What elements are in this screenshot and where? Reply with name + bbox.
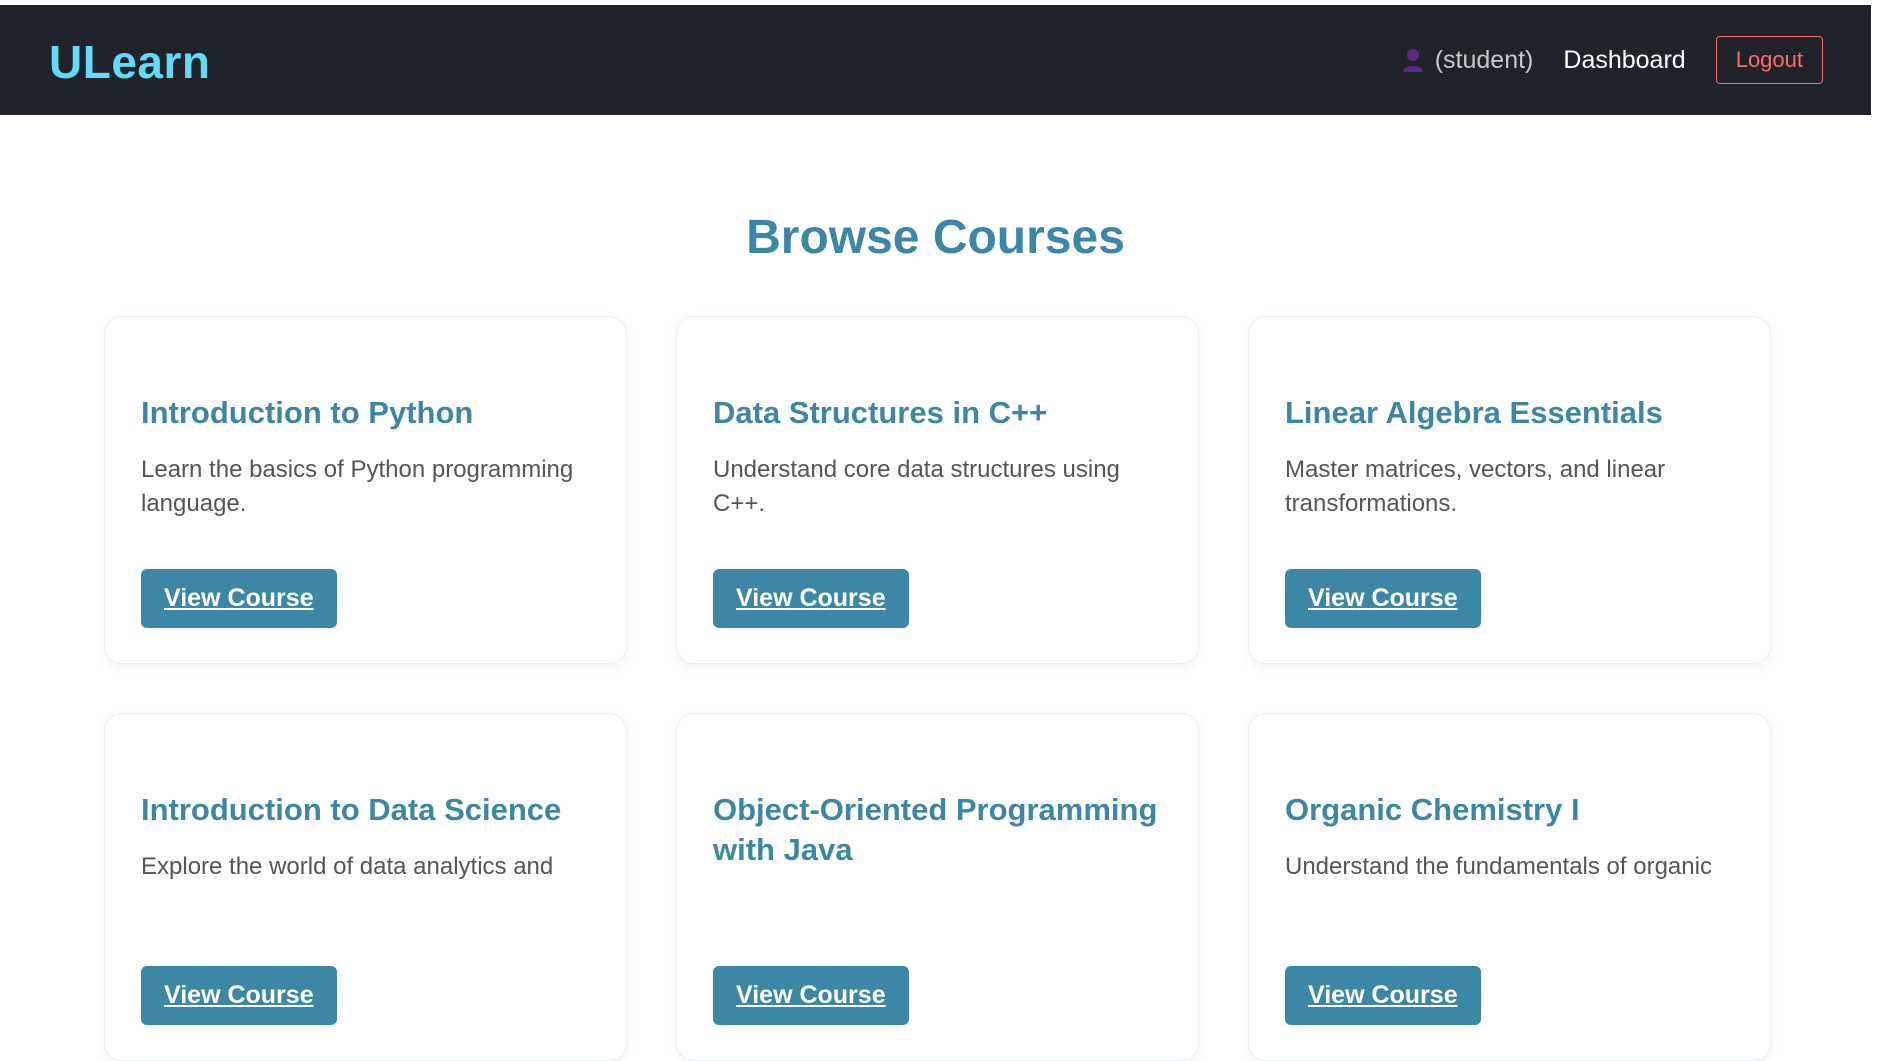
- course-description: Explore the world of data analytics and: [141, 853, 554, 880]
- view-course-button[interactable]: View Course: [713, 569, 909, 628]
- view-course-button[interactable]: View Course: [1285, 966, 1481, 1025]
- course-card: Object-Oriented Programming with Java Vi…: [676, 713, 1199, 1061]
- course-description: Understand core data structures using C+…: [713, 456, 1120, 517]
- course-card: Introduction to Python Learn the basics …: [104, 316, 627, 664]
- course-description: Understand the fundamentals of organic: [1285, 853, 1712, 880]
- course-card: Linear Algebra Essentials Master matrice…: [1248, 316, 1771, 664]
- top-navbar: ULearn (student) Dashboard Logout: [0, 5, 1871, 115]
- course-card: Organic Chemistry I Understand the funda…: [1248, 713, 1771, 1061]
- course-title: Introduction to Data Science: [141, 792, 562, 827]
- course-grid: Introduction to Python Learn the basics …: [104, 316, 1771, 1061]
- course-card: Data Structures in C++ Understand core d…: [676, 316, 1199, 664]
- dashboard-link[interactable]: Dashboard: [1563, 46, 1685, 75]
- course-title: Introduction to Python: [141, 395, 474, 430]
- course-title: Data Structures in C++: [713, 395, 1048, 430]
- course-card: Introduction to Data Science Explore the…: [104, 713, 627, 1061]
- view-course-button[interactable]: View Course: [141, 569, 337, 628]
- nav-right: (student) Dashboard Logout: [1401, 36, 1823, 84]
- user-icon: [1402, 49, 1423, 72]
- course-title: Object-Oriented Programming with Java: [713, 792, 1158, 867]
- user-role: (student): [1434, 45, 1534, 74]
- brand-logo[interactable]: ULearn: [49, 35, 210, 89]
- view-course-button[interactable]: View Course: [141, 966, 337, 1025]
- view-course-button[interactable]: View Course: [1285, 569, 1481, 628]
- course-title: Linear Algebra Essentials: [1285, 395, 1663, 430]
- course-description: Learn the basics of Python programming l…: [141, 456, 574, 517]
- page-title: Browse Courses: [746, 211, 1125, 264]
- course-title: Organic Chemistry I: [1285, 792, 1580, 827]
- logout-button[interactable]: Logout: [1715, 36, 1823, 84]
- view-course-button[interactable]: View Course: [713, 966, 909, 1025]
- course-description: Master matrices, vectors, and linear tra…: [1285, 456, 1666, 517]
